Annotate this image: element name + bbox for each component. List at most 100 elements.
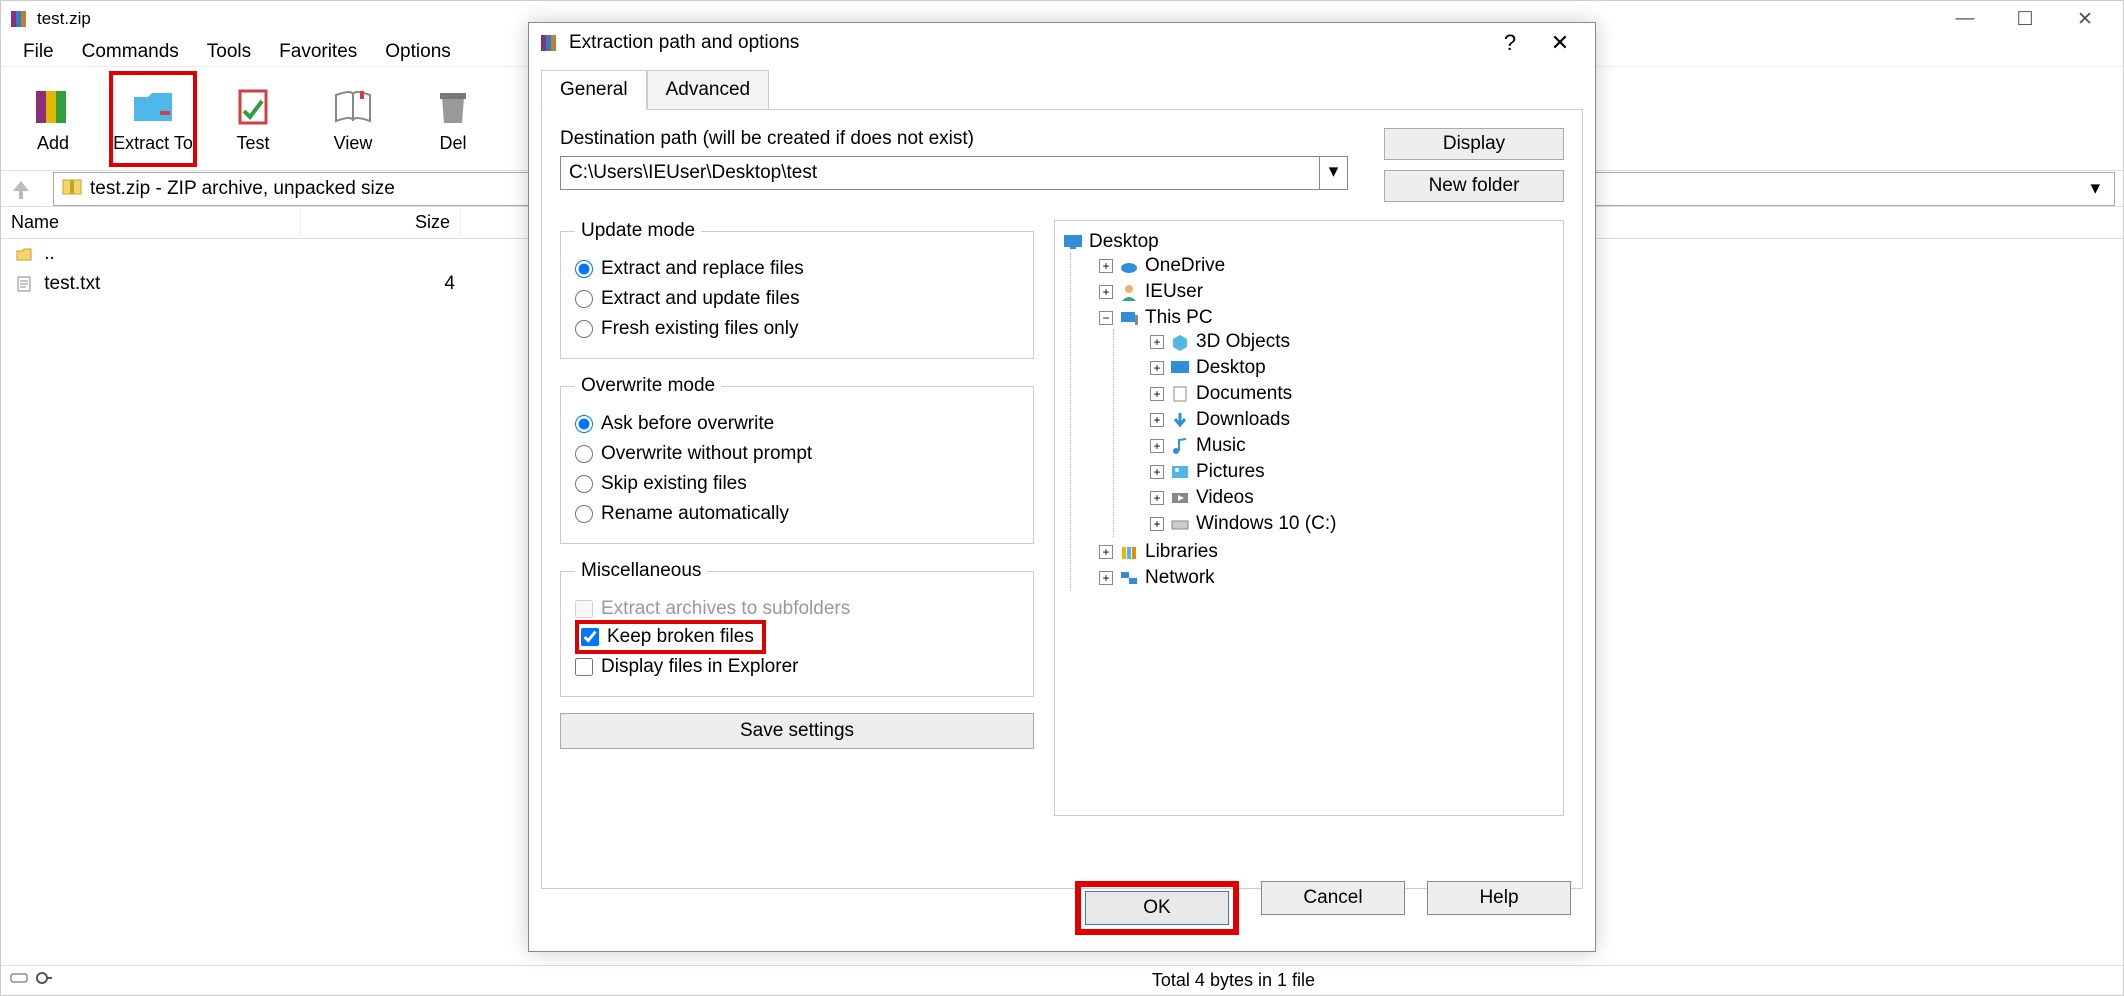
tree-network[interactable]: +Network — [1099, 567, 1555, 589]
status-text: Total 4 bytes in 1 file — [1152, 970, 2115, 991]
tree-ieuser[interactable]: +IEUser — [1099, 281, 1555, 303]
col-name[interactable]: Name — [1, 208, 301, 237]
radio-extract-replace[interactable]: Extract and replace files — [575, 254, 1019, 284]
tree-desktop[interactable]: Desktop — [1063, 231, 1555, 253]
tree-this-pc[interactable]: −This PC — [1099, 307, 1555, 329]
expand-icon[interactable]: + — [1099, 571, 1113, 585]
user-icon — [1119, 283, 1139, 301]
lock-icon — [35, 970, 53, 991]
file-size: 4 — [305, 271, 465, 297]
radio-fresh-existing[interactable]: Fresh existing files only — [575, 314, 1019, 344]
save-settings-button[interactable]: Save settings — [560, 713, 1034, 749]
collapse-icon[interactable]: − — [1099, 311, 1113, 325]
radio-overwrite-noprompt[interactable]: Overwrite without prompt — [575, 439, 1019, 469]
minimize-button[interactable]: — — [1935, 1, 1995, 37]
radio-skip-existing[interactable]: Skip existing files — [575, 469, 1019, 499]
expand-icon[interactable]: + — [1150, 439, 1164, 453]
radio-extract-update[interactable]: Extract and update files — [575, 284, 1019, 314]
up-arrow-icon[interactable] — [9, 177, 33, 201]
toolbar-view[interactable]: View — [309, 71, 397, 167]
toolbar-extract-to[interactable]: Extract To — [109, 71, 197, 167]
tree-pictures[interactable]: +Pictures — [1150, 461, 1555, 483]
close-button[interactable]: ✕ — [2055, 1, 2115, 37]
menu-file[interactable]: File — [9, 37, 68, 67]
toolbar-delete-label: Del — [439, 133, 466, 154]
cloud-icon — [1119, 257, 1139, 275]
dialog-close-icon[interactable]: ✕ — [1535, 23, 1585, 63]
tree-pc-desktop[interactable]: +Desktop — [1150, 357, 1555, 379]
expand-icon[interactable]: + — [1150, 387, 1164, 401]
file-name: test.txt — [44, 273, 100, 294]
disk-icon — [9, 970, 29, 991]
check-display-explorer[interactable]: Display files in Explorer — [575, 652, 1019, 682]
ok-button[interactable]: OK — [1085, 891, 1229, 925]
tree-c-drive[interactable]: +Windows 10 (C:) — [1150, 513, 1555, 535]
radio-rename-auto[interactable]: Rename automatically — [575, 499, 1019, 529]
cube-icon — [1170, 333, 1190, 351]
menu-tools[interactable]: Tools — [193, 37, 265, 67]
destination-dropdown-icon[interactable]: ▾ — [1320, 156, 1348, 190]
archive-icon — [62, 177, 82, 201]
expand-icon[interactable]: + — [1099, 259, 1113, 273]
drive-icon — [1170, 515, 1190, 533]
update-mode-legend: Update mode — [575, 220, 701, 242]
expand-icon[interactable]: + — [1099, 545, 1113, 559]
tab-general[interactable]: General — [541, 70, 647, 110]
winrar-icon — [539, 33, 559, 53]
trash-icon — [430, 83, 476, 129]
overwrite-mode-group: Overwrite mode Ask before overwrite Over… — [560, 375, 1034, 544]
destination-label: Destination path (will be created if doe… — [560, 128, 1364, 150]
destination-input[interactable] — [560, 156, 1320, 190]
menu-favorites[interactable]: Favorites — [265, 37, 371, 67]
net-icon — [1119, 569, 1139, 587]
menu-options[interactable]: Options — [371, 37, 464, 67]
toolbar-add-label: Add — [37, 133, 69, 154]
tree-libraries[interactable]: +Libraries — [1099, 541, 1555, 563]
overwrite-mode-legend: Overwrite mode — [575, 375, 721, 397]
new-folder-button[interactable]: New folder — [1384, 170, 1564, 202]
folder-tree[interactable]: Desktop +OneDrive +IEUser −This PC +3D O… — [1054, 220, 1564, 816]
tree-documents[interactable]: +Documents — [1150, 383, 1555, 405]
path-dropdown-icon[interactable]: ▾ — [2084, 177, 2106, 200]
expand-icon[interactable]: + — [1150, 335, 1164, 349]
toolbar-extract-to-label: Extract To — [113, 133, 193, 154]
lib-icon — [1119, 543, 1139, 561]
radio-ask-overwrite[interactable]: Ask before overwrite — [575, 409, 1019, 439]
extraction-dialog: Extraction path and options ? ✕ General … — [528, 22, 1596, 952]
expand-icon[interactable]: + — [1099, 285, 1113, 299]
expand-icon[interactable]: + — [1150, 491, 1164, 505]
desktop-icon — [1063, 233, 1083, 251]
dialog-help-icon[interactable]: ? — [1485, 23, 1535, 63]
toolbar-add[interactable]: Add — [9, 71, 97, 167]
toolbar-test[interactable]: Test — [209, 71, 297, 167]
download-icon — [1170, 411, 1190, 429]
col-size[interactable]: Size — [301, 208, 461, 237]
expand-icon[interactable]: + — [1150, 413, 1164, 427]
winrar-icon — [9, 9, 29, 29]
txt-file-icon — [15, 275, 33, 293]
toolbar-test-label: Test — [236, 133, 269, 154]
tab-advanced[interactable]: Advanced — [647, 70, 770, 110]
tree-onedrive[interactable]: +OneDrive — [1099, 255, 1555, 277]
ok-highlight: OK — [1075, 881, 1239, 935]
doc-icon — [1170, 385, 1190, 403]
tree-videos[interactable]: +Videos — [1150, 487, 1555, 509]
cancel-button[interactable]: Cancel — [1261, 881, 1405, 915]
expand-icon[interactable]: + — [1150, 361, 1164, 375]
update-mode-group: Update mode Extract and replace files Ex… — [560, 220, 1034, 359]
maximize-button[interactable]: ☐ — [1995, 1, 2055, 37]
tree-3d-objects[interactable]: +3D Objects — [1150, 331, 1555, 353]
help-button[interactable]: Help — [1427, 881, 1571, 915]
check-keep-broken[interactable]: Keep broken files — [575, 620, 766, 654]
tree-downloads[interactable]: +Downloads — [1150, 409, 1555, 431]
dialog-title: Extraction path and options — [569, 32, 1485, 54]
dialog-tabs: General Advanced — [529, 63, 1595, 109]
expand-icon[interactable]: + — [1150, 517, 1164, 531]
dialog-body: Destination path (will be created if doe… — [541, 109, 1583, 889]
expand-icon[interactable]: + — [1150, 465, 1164, 479]
display-button[interactable]: Display — [1384, 128, 1564, 160]
toolbar-delete[interactable]: Del — [409, 71, 497, 167]
menu-commands[interactable]: Commands — [68, 37, 193, 67]
tree-music[interactable]: +Music — [1150, 435, 1555, 457]
dialog-footer: OK Cancel Help — [1075, 881, 1571, 935]
